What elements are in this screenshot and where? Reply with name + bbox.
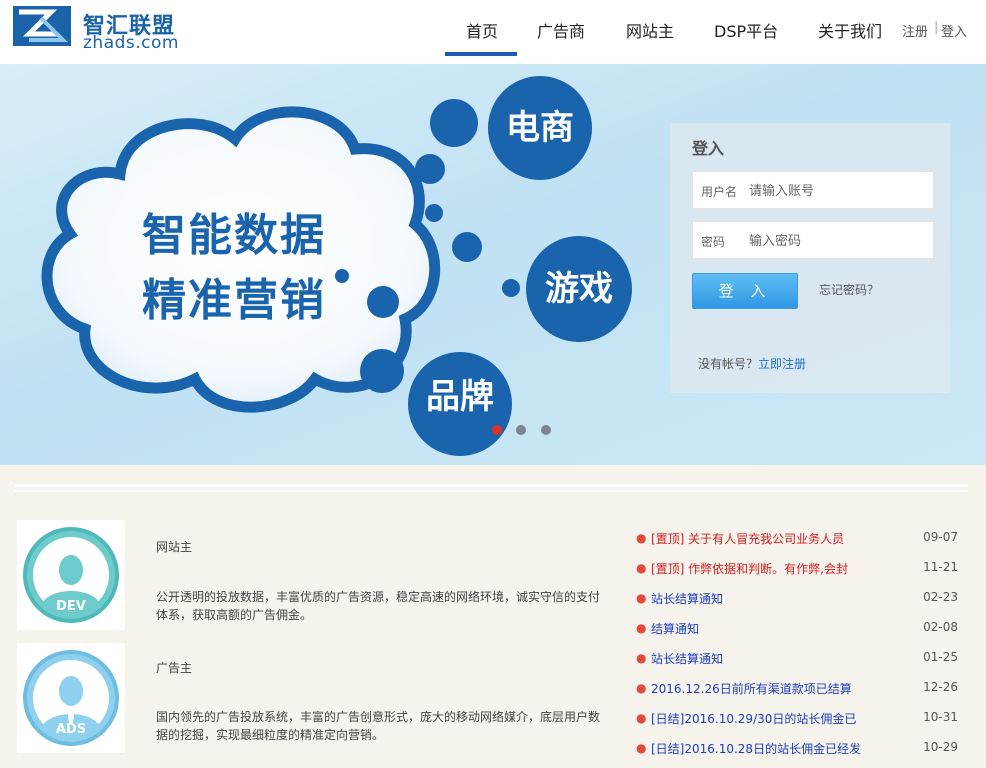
news-item: ● [日结]2016.10.29/30日的站长佣金已 10-31	[636, 710, 958, 728]
login-title: 登入	[692, 139, 725, 158]
zh-logo-icon	[13, 6, 71, 46]
ads-badge-text: ADS	[56, 722, 86, 737]
username-input[interactable]	[747, 178, 931, 204]
register-link[interactable]: 注册	[902, 21, 928, 40]
news-item: ● 2016.12.26日前所有渠道款项已结算 12-26	[636, 680, 958, 698]
section-divider	[14, 484, 968, 487]
bubble-dot	[360, 349, 404, 393]
news-date: 01-25	[923, 650, 958, 664]
publisher-avatar-card: DEV	[17, 520, 125, 630]
logo-domain: zhads.com	[83, 33, 179, 53]
news-title[interactable]: 2016.12.26日前所有渠道款项已结算	[651, 680, 852, 697]
dev-badge-text: DEV	[56, 599, 86, 614]
section-divider	[14, 490, 968, 492]
cloud-text-line1: 智能数据	[142, 210, 326, 261]
dev-avatar-icon: DEV	[23, 527, 119, 623]
site-header: 智汇联盟 zhads.com 首页 广告商 网站主 DSP平台 关于我们 注册 …	[0, 0, 986, 64]
nav-advertiser[interactable]: 广告商	[537, 18, 585, 42]
news-date: 11-21	[923, 560, 958, 574]
news-date: 09-07	[923, 530, 958, 544]
news-title[interactable]: 站长结算通知	[651, 650, 723, 667]
bullet-icon: ●	[636, 561, 647, 575]
news-title[interactable]: [日结]2016.10.28日的站长佣金已经发	[651, 740, 861, 757]
news-title[interactable]: [置顶] 关于有人冒充我公司业务人员	[651, 530, 844, 547]
bubble-dot	[425, 204, 443, 222]
news-date: 02-08	[923, 620, 958, 634]
news-date: 12-26	[923, 680, 958, 694]
publisher-description: 公开透明的投放数据，丰富优质的广告资源，稳定高速的网络环境，诚实守信的支付体系，…	[156, 590, 601, 622]
nav-active-indicator	[445, 52, 517, 56]
site-logo[interactable]: 智汇联盟 zhads.com	[13, 6, 203, 53]
nav-about[interactable]: 关于我们	[818, 18, 882, 42]
password-field[interactable]: 密码	[692, 221, 934, 259]
nav-publisher[interactable]: 网站主	[626, 18, 674, 42]
news-item: ● 站长结算通知 01-25	[636, 650, 958, 668]
bullet-icon: ●	[636, 591, 647, 605]
bullet-icon: ●	[636, 531, 647, 545]
bubble-dot	[502, 279, 520, 297]
ads-avatar-icon: ADS	[23, 650, 119, 746]
news-date: 10-29	[923, 740, 958, 754]
news-item: ● [置顶] 关于有人冒充我公司业务人员 09-07	[636, 530, 958, 548]
news-title[interactable]: [置顶] 作弊依据和判断。有作弊,会封	[651, 560, 848, 577]
bubble-dot	[452, 232, 482, 262]
news-item: ● 站长结算通知 02-23	[636, 590, 958, 608]
bubble-dot	[335, 269, 349, 283]
publisher-title: 网站主	[156, 540, 193, 554]
username-field[interactable]: 用户名	[692, 171, 934, 209]
nav-home[interactable]: 首页	[466, 18, 498, 42]
news-item: ● [置顶] 作弊依据和判断。有作弊,会封 11-21	[636, 560, 958, 578]
cloud-text-line2: 精准营销	[142, 275, 326, 326]
bubble-dot	[430, 99, 478, 147]
bubble-brand: 品牌	[408, 352, 512, 456]
forgot-password-link[interactable]: 忘记密码？	[819, 281, 879, 298]
news-title[interactable]: 结算通知	[651, 620, 699, 637]
login-submit-button[interactable]: 登 入	[692, 273, 798, 309]
news-title[interactable]: [日结]2016.10.29/30日的站长佣金已	[651, 710, 856, 727]
bubble-games: 游戏	[526, 236, 632, 342]
login-link[interactable]: 登入	[941, 21, 967, 40]
bullet-icon: ●	[636, 621, 647, 635]
bullet-icon: ●	[636, 741, 647, 755]
auth-separator: |	[934, 20, 939, 35]
bubble-dot	[415, 154, 445, 184]
slide-indicator-1[interactable]	[492, 425, 502, 435]
login-panel: 登入 用户名 密码 登 入 忘记密码？ 没有帐号？立即注册	[670, 123, 950, 393]
news-date: 02-23	[923, 590, 958, 604]
username-label: 用户名	[701, 185, 738, 199]
no-account-text: 没有帐号？立即注册	[698, 355, 806, 372]
bullet-icon: ●	[636, 681, 647, 695]
news-date: 10-31	[923, 710, 958, 724]
no-account-label: 没有帐号？	[698, 357, 759, 371]
register-now-link[interactable]: 立即注册	[758, 357, 806, 371]
advertiser-title: 广告主	[156, 661, 193, 675]
slide-indicator-3[interactable]	[541, 425, 551, 435]
news-item: ● [日结]2016.10.28日的站长佣金已经发 10-29	[636, 740, 958, 758]
password-input[interactable]	[747, 228, 931, 254]
advertiser-description: 国内领先的广告投放系统，丰富的广告创意形式，庞大的移动网络媒介，底层用户数据的挖…	[156, 710, 601, 742]
bubble-dot	[367, 286, 399, 318]
news-title[interactable]: 站长结算通知	[651, 590, 723, 607]
bullet-icon: ●	[636, 651, 647, 665]
advertiser-avatar-card: ADS	[17, 643, 125, 753]
nav-dsp[interactable]: DSP平台	[714, 18, 778, 42]
bubble-ecommerce: 电商	[488, 76, 592, 180]
news-item: ● 结算通知 02-08	[636, 620, 958, 638]
bullet-icon: ●	[636, 711, 647, 725]
slide-indicator-2[interactable]	[516, 425, 526, 435]
password-label: 密码	[701, 235, 726, 249]
